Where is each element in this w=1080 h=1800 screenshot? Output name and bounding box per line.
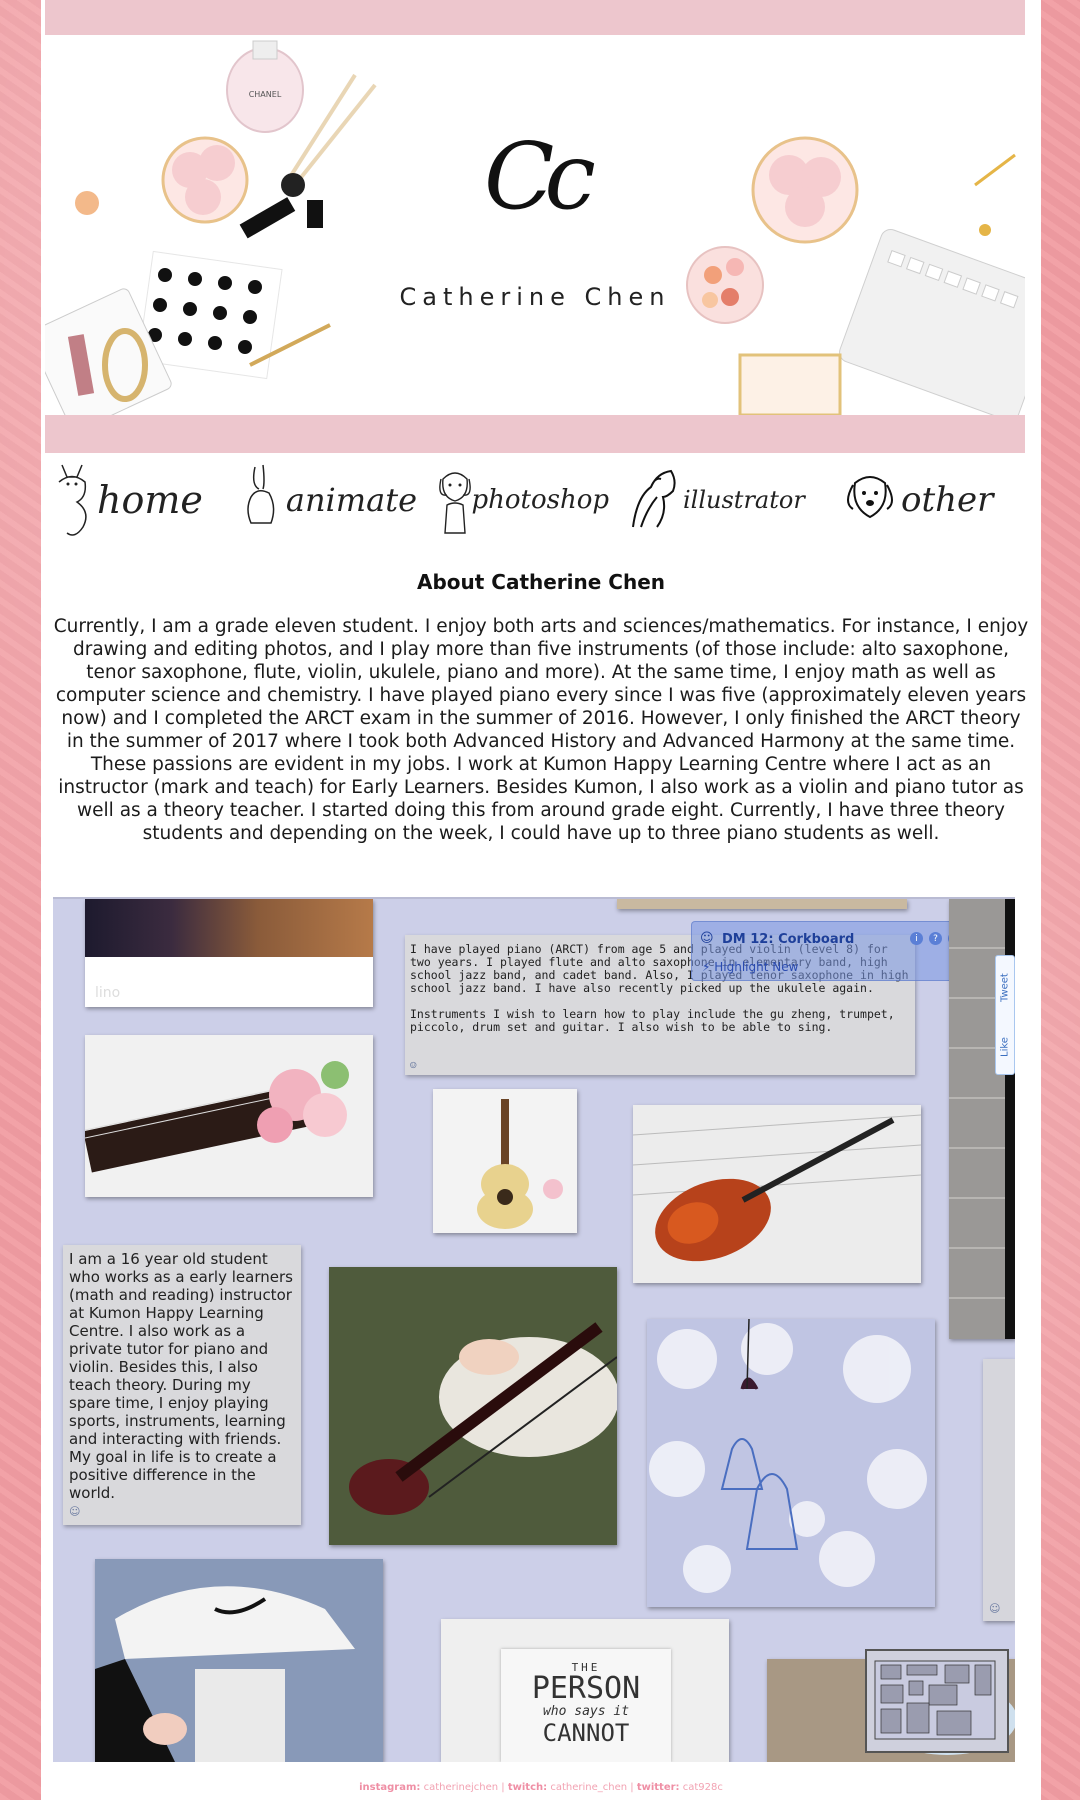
tweet-button[interactable]: Tweet — [1000, 973, 1011, 1002]
note-about-text: I am a 16 year old student who works as … — [69, 1250, 293, 1502]
violin-image — [633, 1114, 921, 1262]
nav-other[interactable]: other — [839, 455, 1023, 545]
twitch-label: twitch: — [507, 1782, 548, 1793]
smiley-icon: ☺ — [700, 931, 714, 946]
nav-home-label: home — [97, 478, 203, 522]
highlight-new-label: Highlight New — [714, 960, 799, 974]
about-paragraph: Currently, I am a grade eleven student. … — [53, 616, 1029, 844]
nav-photoshop-label: photoshop — [471, 485, 609, 515]
photo-quote-card[interactable]: THE PERSON who says it CANNOT — [441, 1619, 729, 1762]
help-icon[interactable]: ? — [929, 932, 942, 945]
glass-bells-image — [647, 1319, 935, 1607]
perfume-label: CHANEL — [249, 90, 282, 99]
rabbit-icon — [247, 464, 275, 524]
quote-line-cannot: CANNOT — [542, 1719, 630, 1747]
site-owner-name: Catherine Chen — [399, 283, 671, 311]
photo-violin[interactable] — [633, 1105, 921, 1283]
instagram-link[interactable]: catherinejchen — [424, 1782, 499, 1793]
like-button[interactable]: Like — [1000, 1037, 1011, 1057]
smiley-icon: ☺ — [410, 1059, 417, 1072]
photo-top-strip[interactable] — [617, 899, 907, 909]
nav-photoshop[interactable]: photoshop — [429, 455, 609, 545]
nav-home[interactable]: home — [47, 455, 217, 545]
footer-separator: | — [501, 1782, 505, 1793]
card-watermark: lino — [95, 985, 121, 1001]
guitar-photo — [85, 899, 373, 957]
photo-ukulele[interactable] — [433, 1089, 577, 1233]
photo-nike-cap[interactable] — [95, 1559, 383, 1762]
mid-pink-bar — [45, 415, 1025, 453]
social-share-tab[interactable]: Like Tweet — [995, 955, 1015, 1075]
nav-illustrator-label: illustrator — [683, 486, 805, 514]
ukulele-image — [477, 1099, 563, 1229]
instagram-label: instagram: — [359, 1782, 421, 1793]
note-instruments-text-2: Instruments I wish to learn how to play … — [410, 1007, 895, 1034]
highlight-new-button[interactable]: ⚡ Highlight New — [702, 960, 798, 974]
corkboard-minimap[interactable] — [865, 1649, 1009, 1753]
dog-icon — [847, 476, 893, 519]
nav-other-label: other — [901, 480, 994, 520]
photo-violin-playing[interactable] — [329, 1267, 617, 1545]
dm-title: DM 12: Corkboard — [722, 932, 855, 947]
footer-social-links: instagram: catherinejchen | twitch: cath… — [41, 1782, 1041, 1793]
puppy-icon — [439, 472, 471, 534]
top-pink-bar — [45, 0, 1025, 35]
main-navigation: home animate photoshop illustrator other — [47, 455, 1023, 545]
nike-cap-image — [95, 1559, 383, 1762]
minimap-grid — [874, 1660, 996, 1740]
twitter-label: twitter: — [636, 1782, 680, 1793]
nav-animate-label: animate — [285, 481, 417, 519]
nav-illustrator[interactable]: illustrator — [627, 455, 827, 545]
quote-line-who: who says it — [542, 1704, 630, 1719]
footer-separator: | — [630, 1782, 634, 1793]
twitter-link[interactable]: cat928c — [683, 1782, 723, 1793]
quote-paper: THE PERSON who says it CANNOT — [501, 1649, 671, 1762]
photo-guitar-card[interactable]: lino — [85, 899, 373, 1007]
logo-monogram: Cc — [484, 123, 596, 230]
info-icon[interactable]: i — [910, 932, 923, 945]
smiley-icon: ☺ — [989, 1602, 1001, 1615]
about-title: About Catherine Chen — [416, 570, 666, 594]
nav-animate[interactable]: animate — [237, 455, 417, 545]
horse-icon — [632, 469, 676, 528]
header-banner: CHANEL Cc Catherine Chen — [45, 35, 1025, 415]
page-container: CHANEL Cc Catherine Chen home animate ph… — [41, 0, 1041, 1800]
quote-line-person: PERSON — [531, 1671, 641, 1706]
violin-playing-image — [329, 1267, 617, 1545]
photo-ukulele-flowers[interactable] — [85, 1035, 373, 1197]
twitch-link[interactable]: catherine_chen — [550, 1782, 627, 1793]
dm-corkboard-toolbar[interactable]: ☺ DM 12: Corkboard ⚡ Highlight New i ? ⏻… — [691, 921, 989, 981]
note-right-edge[interactable]: ☺ — [983, 1359, 1015, 1621]
cat-icon — [58, 464, 87, 536]
ukulele-flowers-image — [85, 1061, 349, 1173]
corkboard[interactable]: lino I have played piano (ARCT) from age… — [53, 897, 1015, 1762]
photo-glass-bells[interactable] — [647, 1319, 935, 1607]
note-about-me[interactable]: I am a 16 year old student who works as … — [63, 1245, 301, 1525]
smiley-icon: ☺ — [69, 1505, 81, 1518]
